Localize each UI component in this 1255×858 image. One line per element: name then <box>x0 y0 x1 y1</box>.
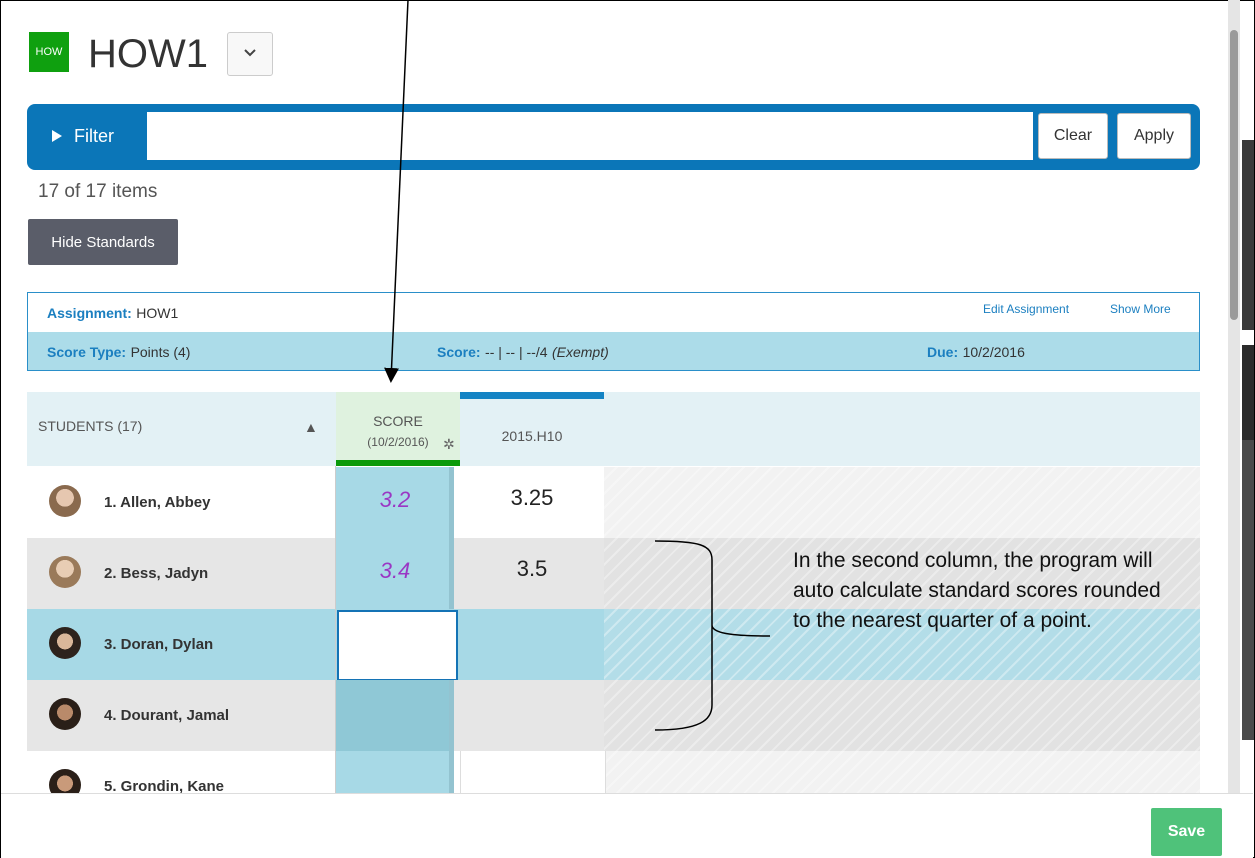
annotation-brace <box>654 540 771 731</box>
annotation-arrow <box>384 0 409 383</box>
annotation-overlay <box>384 0 771 731</box>
annotation-text: In the second column, the program will a… <box>793 549 1161 632</box>
